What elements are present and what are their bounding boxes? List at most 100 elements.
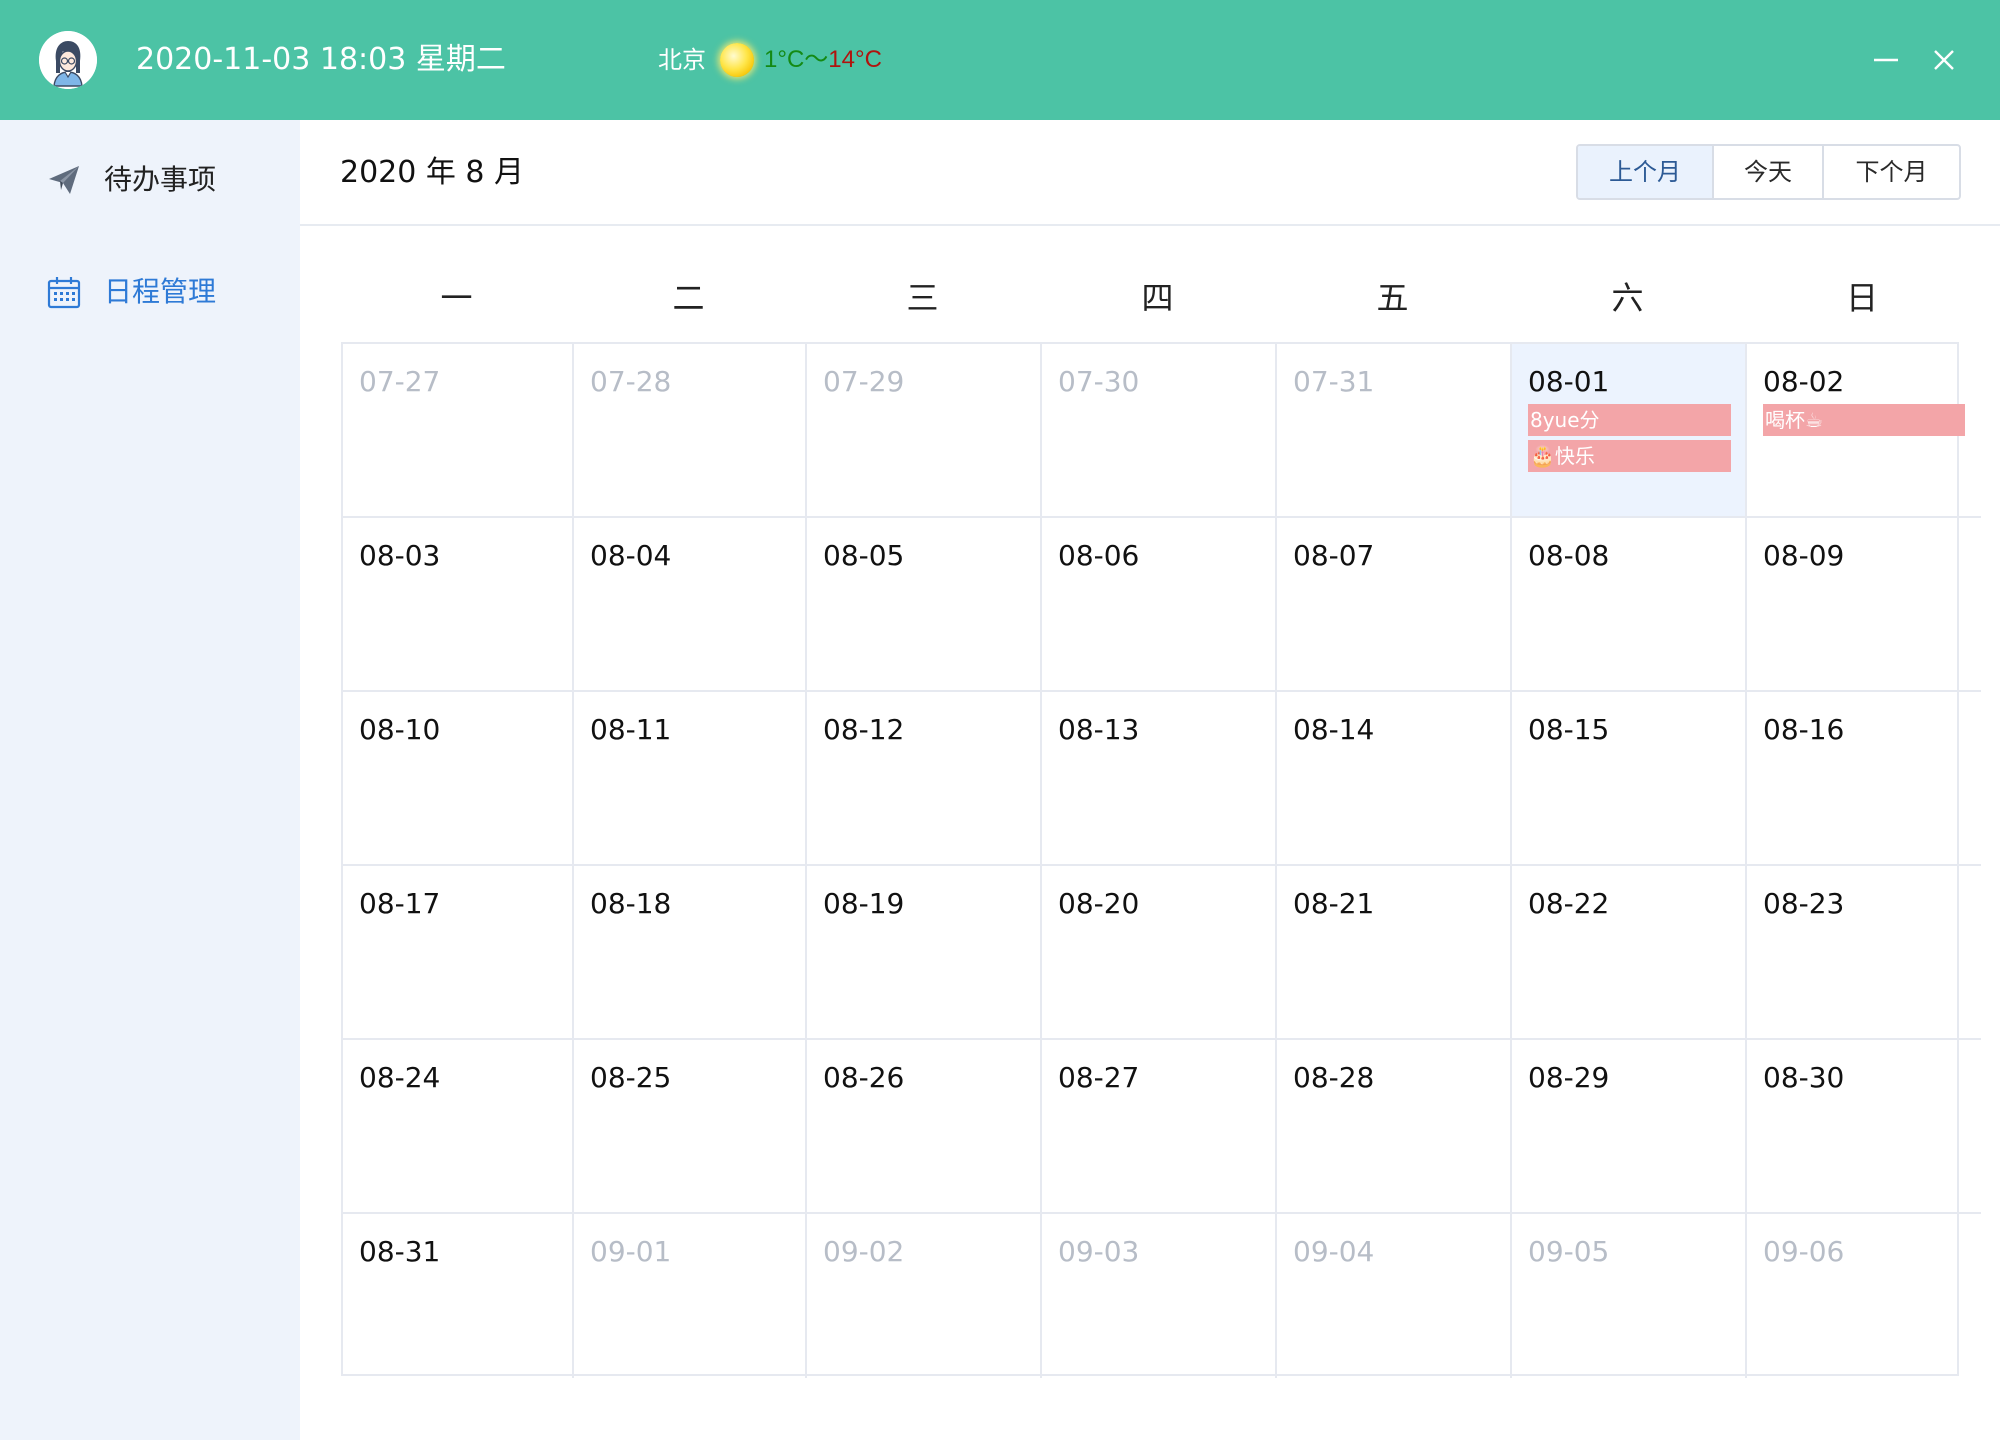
calendar-day-cell[interactable]: 07-29	[807, 344, 1042, 518]
day-number: 08-28	[1293, 1061, 1375, 1094]
weekday-label: 三	[906, 279, 939, 317]
day-number: 08-19	[823, 887, 905, 920]
day-number: 08-03	[359, 539, 441, 572]
day-number: 09-01	[590, 1235, 672, 1268]
calendar-day-cell[interactable]: 08-28	[1277, 1040, 1512, 1214]
day-number: 09-03	[1058, 1235, 1140, 1268]
calendar-day-cell[interactable]: 08-11	[574, 692, 807, 866]
day-number: 08-24	[359, 1061, 441, 1094]
calendar-day-cell[interactable]: 08-15	[1512, 692, 1747, 866]
temperature-max: 14°C	[828, 46, 882, 73]
calendar-day-cell[interactable]: 08-27	[1042, 1040, 1277, 1214]
minimize-icon	[1874, 58, 1898, 62]
calendar-day-cell[interactable]: 09-02	[807, 1214, 1042, 1378]
weather-temperature: 1°C～14°C	[764, 43, 882, 77]
calendar-day-cell[interactable]: 07-30	[1042, 344, 1277, 518]
today-button[interactable]: 今天	[1712, 146, 1822, 198]
day-number: 08-05	[823, 539, 905, 572]
event-chip[interactable]: 🎂快乐	[1528, 440, 1731, 472]
calendar-day-cell[interactable]: 08-23	[1747, 866, 1981, 1040]
sidebar-item-todo[interactable]: 待办事项	[0, 140, 300, 220]
calendar-day-cell[interactable]: 09-04	[1277, 1214, 1512, 1378]
calendar-day-cell[interactable]: 09-06	[1747, 1214, 1981, 1378]
calendar-day-cell[interactable]: 07-31	[1277, 344, 1512, 518]
calendar-day-cell[interactable]: 08-16	[1747, 692, 1981, 866]
calendar-day-cell[interactable]: 08-18	[574, 866, 807, 1040]
calendar-day-cell[interactable]: 08-14	[1277, 692, 1512, 866]
sidebar: 待办事项 日程管理	[0, 120, 300, 1440]
day-number: 08-26	[823, 1061, 905, 1094]
sun-icon	[720, 43, 754, 77]
next-month-button[interactable]: 下个月	[1822, 146, 1959, 198]
calendar-day-cell[interactable]: 08-24	[343, 1040, 574, 1214]
calendar-day-cell[interactable]: 08-04	[574, 518, 807, 692]
day-number: 08-20	[1058, 887, 1140, 920]
calendar-day-cell[interactable]: 09-01	[574, 1214, 807, 1378]
minimize-button[interactable]	[1860, 34, 1912, 86]
temperature-min: 1°C	[764, 46, 805, 73]
day-number: 07-27	[359, 365, 441, 398]
close-icon	[1934, 50, 1954, 70]
month-navigation: 上个月 今天 下个月	[1576, 144, 1961, 200]
calendar-day-cell[interactable]: 08-22	[1512, 866, 1747, 1040]
calendar-day-cell[interactable]: 08-20	[1042, 866, 1277, 1040]
avatar[interactable]	[39, 31, 97, 89]
day-number: 08-12	[823, 713, 905, 746]
calendar-day-cell[interactable]: 09-03	[1042, 1214, 1277, 1378]
event-chip[interactable]: 喝杯☕	[1763, 404, 1965, 436]
weekday-label: 日	[1845, 279, 1878, 317]
day-number: 08-22	[1528, 887, 1610, 920]
calendar-day-cell[interactable]: 08-13	[1042, 692, 1277, 866]
day-number: 09-04	[1293, 1235, 1375, 1268]
prev-month-button[interactable]: 上个月	[1578, 146, 1712, 198]
event-chip[interactable]: 8yue分	[1528, 404, 1731, 436]
calendar-day-cell[interactable]: 08-10	[343, 692, 574, 866]
calendar-grid: 07-27 07-28 07-29 07-30 07-31 08-01 8yue分 🎂快乐 08…	[341, 342, 1981, 1378]
day-number: 08-25	[590, 1061, 672, 1094]
calendar-day-cell[interactable]: 08-30	[1747, 1040, 1981, 1214]
day-number: 08-13	[1058, 713, 1140, 746]
calendar-day-cell[interactable]: 08-01 8yue分 🎂快乐	[1512, 344, 1747, 518]
calendar-day-cell[interactable]: 07-27	[343, 344, 574, 518]
day-number: 08-08	[1528, 539, 1610, 572]
temperature-separator: ～	[804, 46, 829, 73]
weekday-label: 一	[440, 279, 473, 317]
day-number: 08-09	[1763, 539, 1845, 572]
calendar-day-cell[interactable]: 08-02 喝杯☕	[1747, 344, 1981, 518]
calendar-day-cell[interactable]: 08-19	[807, 866, 1042, 1040]
day-number: 08-18	[590, 887, 672, 920]
day-number: 09-05	[1528, 1235, 1610, 1268]
calendar-day-cell[interactable]: 08-09	[1747, 518, 1981, 692]
calendar-day-cell[interactable]: 08-03	[343, 518, 574, 692]
sidebar-item-schedule[interactable]: 日程管理	[0, 252, 300, 332]
calendar-day-cell[interactable]: 08-12	[807, 692, 1042, 866]
month-title: 2020 年 8 月	[340, 155, 525, 190]
title-bar: 2020-11-03 18:03 星期二 北京 1°C～14°C	[0, 0, 2000, 120]
day-number: 08-27	[1058, 1061, 1140, 1094]
day-number: 08-06	[1058, 539, 1140, 572]
header-divider	[300, 224, 2000, 226]
calendar-day-cell[interactable]: 08-08	[1512, 518, 1747, 692]
day-number: 08-07	[1293, 539, 1375, 572]
calendar-day-cell[interactable]: 08-25	[574, 1040, 807, 1214]
sidebar-item-label: 日程管理	[104, 275, 217, 308]
calendar-day-cell[interactable]: 07-28	[574, 344, 807, 518]
datetime-label: 2020-11-03 18:03 星期二	[136, 42, 506, 77]
day-number: 08-16	[1763, 713, 1845, 746]
calendar-day-cell[interactable]: 08-07	[1277, 518, 1512, 692]
weather-city: 北京	[658, 46, 706, 74]
calendar-day-cell[interactable]: 08-21	[1277, 866, 1512, 1040]
day-number: 08-10	[359, 713, 441, 746]
user-avatar-icon	[39, 31, 97, 89]
close-button[interactable]	[1918, 34, 1970, 86]
calendar-day-cell[interactable]: 08-31	[343, 1214, 574, 1378]
day-number: 08-29	[1528, 1061, 1610, 1094]
calendar-day-cell[interactable]: 08-17	[343, 866, 574, 1040]
day-number: 09-02	[823, 1235, 905, 1268]
calendar-day-cell[interactable]: 08-06	[1042, 518, 1277, 692]
calendar-day-cell[interactable]: 09-05	[1512, 1214, 1747, 1378]
calendar-day-cell[interactable]: 08-29	[1512, 1040, 1747, 1214]
calendar-day-cell[interactable]: 08-05	[807, 518, 1042, 692]
day-number: 07-28	[590, 365, 672, 398]
calendar-day-cell[interactable]: 08-26	[807, 1040, 1042, 1214]
